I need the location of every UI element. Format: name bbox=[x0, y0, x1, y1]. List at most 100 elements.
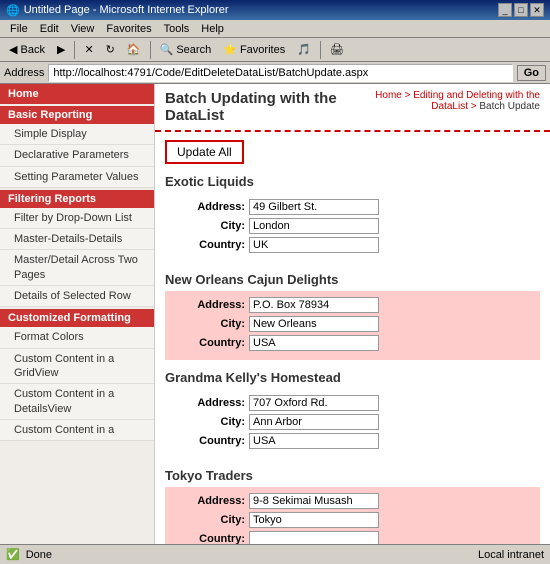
menu-view[interactable]: View bbox=[65, 22, 101, 36]
address-bar: Address Go bbox=[0, 62, 550, 84]
company-name: Tokyo Traders bbox=[165, 468, 540, 483]
breadcrumb-current: Batch Update bbox=[479, 101, 540, 112]
sidebar-section-filtering-reports: Filtering Reports bbox=[0, 190, 154, 208]
title-bar: 🌐 Untitled Page - Microsoft Internet Exp… bbox=[0, 0, 550, 20]
field-input[interactable] bbox=[249, 297, 379, 313]
sidebar-item-declarative-parameters[interactable]: Declarative Parameters bbox=[0, 145, 154, 166]
field-input[interactable] bbox=[249, 433, 379, 449]
field-label: Country: bbox=[175, 533, 245, 544]
sidebar-item-format-colors[interactable]: Format Colors bbox=[0, 327, 154, 348]
stop-button[interactable]: ✕ bbox=[79, 41, 98, 58]
field-row: City: bbox=[175, 218, 530, 234]
sidebar-item-filter-dropdown[interactable]: Filter by Drop-Down List bbox=[0, 208, 154, 229]
field-label: Country: bbox=[175, 239, 245, 251]
field-input[interactable] bbox=[249, 335, 379, 351]
field-label: Address: bbox=[175, 299, 245, 311]
field-row: City: bbox=[175, 316, 530, 332]
menu-file[interactable]: File bbox=[4, 22, 34, 36]
toolbar: ◀ Back ▶ ✕ ↻ 🏠 🔍 Search ⭐ Favorites 🎵 🖨 bbox=[0, 38, 550, 62]
toolbar-separator2 bbox=[150, 41, 151, 59]
content-area: Batch Updating with the DataList Home > … bbox=[155, 84, 550, 544]
sidebar-item-details-selected-row[interactable]: Details of Selected Row bbox=[0, 286, 154, 307]
company-form: Address: City: Country: bbox=[165, 389, 540, 458]
main-wrapper: Home Basic Reporting Simple Display Decl… bbox=[0, 84, 550, 544]
sidebar-item-simple-display[interactable]: Simple Display bbox=[0, 124, 154, 145]
company-name: New Orleans Cajun Delights bbox=[165, 272, 540, 287]
field-input[interactable] bbox=[249, 316, 379, 332]
menu-edit[interactable]: Edit bbox=[34, 22, 65, 36]
field-row: Country: bbox=[175, 433, 530, 449]
refresh-button[interactable]: ↻ bbox=[101, 41, 120, 58]
status-left: ✅ Done bbox=[6, 548, 52, 561]
company-section: Grandma Kelly's Homestead Address: City: Co… bbox=[165, 370, 540, 458]
forward-button[interactable]: ▶ bbox=[52, 41, 70, 58]
breadcrumb-home[interactable]: Home bbox=[375, 90, 402, 101]
field-row: City: bbox=[175, 414, 530, 430]
sidebar-item-master-details[interactable]: Master-Details-Details bbox=[0, 229, 154, 250]
media-button[interactable]: 🎵 bbox=[292, 41, 316, 58]
field-label: City: bbox=[175, 318, 245, 330]
field-row: Address: bbox=[175, 199, 530, 215]
company-name: Grandma Kelly's Homestead bbox=[165, 370, 540, 385]
field-input[interactable] bbox=[249, 512, 379, 528]
field-row: Address: bbox=[175, 395, 530, 411]
sidebar-item-custom-content-extra[interactable]: Custom Content in a bbox=[0, 420, 154, 441]
field-label: Country: bbox=[175, 435, 245, 447]
favorites-button[interactable]: ⭐ Favorites bbox=[218, 41, 290, 58]
sidebar-item-master-detail-two-pages[interactable]: Master/Detail Across Two Pages bbox=[0, 250, 154, 286]
address-input[interactable] bbox=[48, 64, 512, 82]
window-title: Untitled Page - Microsoft Internet Explo… bbox=[24, 4, 229, 16]
field-row: Address: bbox=[175, 297, 530, 313]
field-input[interactable] bbox=[249, 218, 379, 234]
company-form: Address: City: Country: bbox=[165, 487, 540, 544]
field-label: City: bbox=[175, 220, 245, 232]
back-button[interactable]: ◀ Back bbox=[4, 41, 50, 58]
field-label: City: bbox=[175, 514, 245, 526]
menu-favorites[interactable]: Favorites bbox=[100, 22, 157, 36]
menu-bar: File Edit View Favorites Tools Help bbox=[0, 20, 550, 38]
company-form: Address: City: Country: bbox=[165, 193, 540, 262]
field-label: Address: bbox=[175, 495, 245, 507]
menu-help[interactable]: Help bbox=[195, 22, 230, 36]
field-row: Country: bbox=[175, 335, 530, 351]
field-input[interactable] bbox=[249, 395, 379, 411]
sidebar-item-custom-content-detailsview[interactable]: Custom Content in a DetailsView bbox=[0, 384, 154, 420]
title-bar-left: 🌐 Untitled Page - Microsoft Internet Exp… bbox=[6, 4, 229, 17]
print-button[interactable]: 🖨 bbox=[325, 41, 349, 58]
company-name: Exotic Liquids bbox=[165, 174, 540, 189]
sidebar-item-custom-content-gridview[interactable]: Custom Content in a GridView bbox=[0, 349, 154, 385]
field-label: Address: bbox=[175, 397, 245, 409]
status-bar: ✅ Done Local intranet bbox=[0, 544, 550, 564]
field-label: City: bbox=[175, 416, 245, 428]
companies-list: Exotic LiquidsAddress:City:Country:New O… bbox=[165, 174, 540, 544]
close-button[interactable]: ✕ bbox=[530, 3, 544, 17]
field-input[interactable] bbox=[249, 493, 379, 509]
field-row: Country: bbox=[175, 531, 530, 544]
field-label: Address: bbox=[175, 201, 245, 213]
update-all-button[interactable]: Update All bbox=[165, 140, 244, 164]
sidebar-item-setting-parameter-values[interactable]: Setting Parameter Values bbox=[0, 167, 154, 188]
field-input[interactable] bbox=[249, 237, 379, 253]
status-icon: ✅ bbox=[6, 548, 20, 561]
field-input[interactable] bbox=[249, 414, 379, 430]
menu-tools[interactable]: Tools bbox=[158, 22, 196, 36]
breadcrumb: Home > Editing and Deleting with the Dat… bbox=[337, 90, 540, 112]
company-section: Exotic Liquids Address: City: Country: bbox=[165, 174, 540, 262]
window-controls: _ □ ✕ bbox=[498, 3, 544, 17]
company-form: Address: City: Country: bbox=[165, 291, 540, 360]
company-section: New Orleans Cajun Delights Address: City: C… bbox=[165, 272, 540, 360]
toolbar-separator bbox=[74, 41, 75, 59]
maximize-button[interactable]: □ bbox=[514, 3, 528, 17]
status-text: Done bbox=[26, 549, 52, 561]
company-section: Tokyo Traders Address: City: Country: bbox=[165, 468, 540, 544]
go-button[interactable]: Go bbox=[517, 65, 546, 81]
field-row: City: bbox=[175, 512, 530, 528]
sidebar: Home Basic Reporting Simple Display Decl… bbox=[0, 84, 155, 544]
field-input[interactable] bbox=[249, 199, 379, 215]
search-button[interactable]: 🔍 Search bbox=[155, 41, 217, 58]
home-button[interactable]: 🏠 bbox=[122, 41, 146, 58]
minimize-button[interactable]: _ bbox=[498, 3, 512, 17]
sidebar-home[interactable]: Home bbox=[0, 84, 154, 104]
field-input[interactable] bbox=[249, 531, 379, 544]
field-label: Country: bbox=[175, 337, 245, 349]
